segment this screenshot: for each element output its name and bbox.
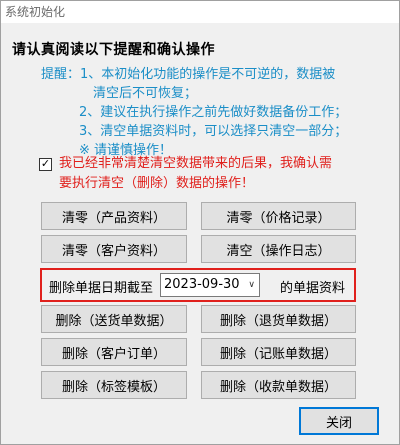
delete-labels-button[interactable]: 删除（标签模板） (41, 371, 187, 399)
warning-line-1: 提醒：1、本初始化功能的操作是不可逆的，数据被 (41, 67, 336, 82)
confirm-line-1: 我已经非常清楚清空数据带来的后果，我确认需 (59, 156, 333, 171)
close-button[interactable]: 关闭 (299, 407, 379, 435)
clear-customers-button[interactable]: 清零（客户资料） (41, 235, 187, 263)
date-select[interactable]: 2023-09-30 ∨ (160, 273, 260, 297)
date-cutoff-row: 删除单据日期截至 2023-09-30 ∨ 的单据资料 (40, 268, 356, 302)
delete-return-button[interactable]: 删除（退货单数据） (201, 305, 356, 333)
delete-delivery-button[interactable]: 删除（送货单数据） (41, 305, 187, 333)
date-cutoff-label: 删除单据日期截至 (49, 281, 154, 296)
page-title: 请认真阅读以下提醒和确认操作 (12, 42, 215, 58)
confirm-checkbox[interactable]: ✓ (39, 158, 52, 171)
delete-orders-button[interactable]: 删除（客户订单） (41, 338, 187, 366)
confirm-line-2: 要执行清空（删除）数据的操作！ (59, 176, 255, 191)
delete-receipts-button[interactable]: 删除（收款单数据） (201, 371, 356, 399)
chevron-down-icon[interactable]: ∨ (248, 274, 255, 296)
window-title: 系统初始化 (1, 1, 399, 23)
date-cutoff-suffix: 的单据资料 (280, 281, 346, 296)
warning-text: 提醒：1、本初始化功能的操作是不可逆的，数据被 清空后不可恢复； 2、建议在执行… (41, 65, 391, 160)
clear-prices-button[interactable]: 清零（价格记录） (201, 202, 356, 230)
confirm-option[interactable]: ✓ 我已经非常清楚清空数据带来的后果，我确认需 要执行清空（删除）数据的操作！ (39, 154, 379, 194)
warning-line-3: 2、建议在执行操作之前先做好数据备份工作； (79, 105, 348, 120)
warning-line-4: 3、清空单据资料时，可以选择只清空一部分； (79, 124, 348, 139)
clear-logs-button[interactable]: 清空（操作日志） (201, 235, 356, 263)
date-value: 2023-09-30 (164, 277, 240, 292)
warning-line-2: 清空后不可恢复； (93, 86, 198, 101)
clear-products-button[interactable]: 清零（产品资料） (41, 202, 187, 230)
init-dialog: 系统初始化 请认真阅读以下提醒和确认操作 提醒：1、本初始化功能的操作是不可逆的… (0, 0, 400, 445)
delete-ledger-button[interactable]: 删除（记账单数据） (201, 338, 356, 366)
